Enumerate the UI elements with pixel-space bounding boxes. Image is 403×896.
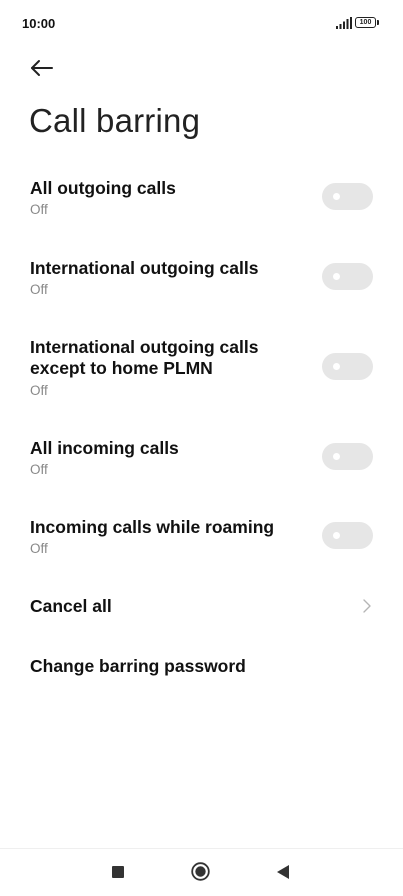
back-triangle-icon[interactable] bbox=[276, 864, 290, 880]
call-barring-screen: 10:00 100 Call barring All outgoing call… bbox=[0, 0, 403, 896]
toggle-switch[interactable] bbox=[322, 443, 373, 470]
toggle-switch[interactable] bbox=[322, 353, 373, 380]
setting-change-barring-password[interactable]: Change barring password bbox=[0, 645, 403, 689]
setting-title: Incoming calls while roaming bbox=[30, 517, 275, 537]
page-title: Call barring bbox=[29, 102, 201, 139]
toggle-switch[interactable] bbox=[322, 263, 373, 290]
setting-status: Off bbox=[30, 202, 48, 217]
setting-title: International outgoing calls bbox=[30, 258, 259, 278]
recents-square-icon[interactable] bbox=[112, 866, 124, 878]
setting-all-incoming-calls[interactable]: All incoming calls Off bbox=[0, 430, 403, 496]
battery-icon: 100 bbox=[355, 17, 381, 29]
nav-divider bbox=[0, 848, 403, 849]
toggle-switch[interactable] bbox=[322, 522, 373, 549]
arrow-left-icon bbox=[31, 60, 53, 76]
setting-title: International outgoing calls except to h… bbox=[30, 337, 259, 378]
back-button[interactable] bbox=[26, 54, 58, 82]
setting-all-outgoing-calls[interactable]: All outgoing calls Off bbox=[0, 170, 403, 236]
setting-cancel-all[interactable]: Cancel all bbox=[0, 585, 403, 629]
battery-level: 100 bbox=[355, 17, 376, 28]
setting-status: Off bbox=[30, 462, 48, 477]
home-circle-icon[interactable] bbox=[191, 862, 210, 881]
setting-incoming-calls-roaming[interactable]: Incoming calls while roaming Off bbox=[0, 509, 403, 575]
chevron-right-icon bbox=[363, 599, 371, 613]
setting-status: Off bbox=[30, 383, 48, 398]
toggle-switch[interactable] bbox=[322, 183, 373, 210]
setting-international-except-home-plmn[interactable]: International outgoing calls except to h… bbox=[0, 328, 403, 414]
status-time: 10:00 bbox=[22, 16, 56, 31]
status-bar: 10:00 100 bbox=[0, 0, 403, 48]
setting-title: Cancel all bbox=[30, 596, 112, 616]
setting-title: Change barring password bbox=[30, 656, 246, 676]
setting-international-outgoing-calls[interactable]: International outgoing calls Off bbox=[0, 250, 403, 316]
setting-title: All incoming calls bbox=[30, 438, 179, 458]
setting-status: Off bbox=[30, 541, 48, 556]
signal-bars-icon bbox=[336, 17, 352, 29]
setting-title: All outgoing calls bbox=[30, 178, 176, 198]
setting-status: Off bbox=[30, 282, 48, 297]
